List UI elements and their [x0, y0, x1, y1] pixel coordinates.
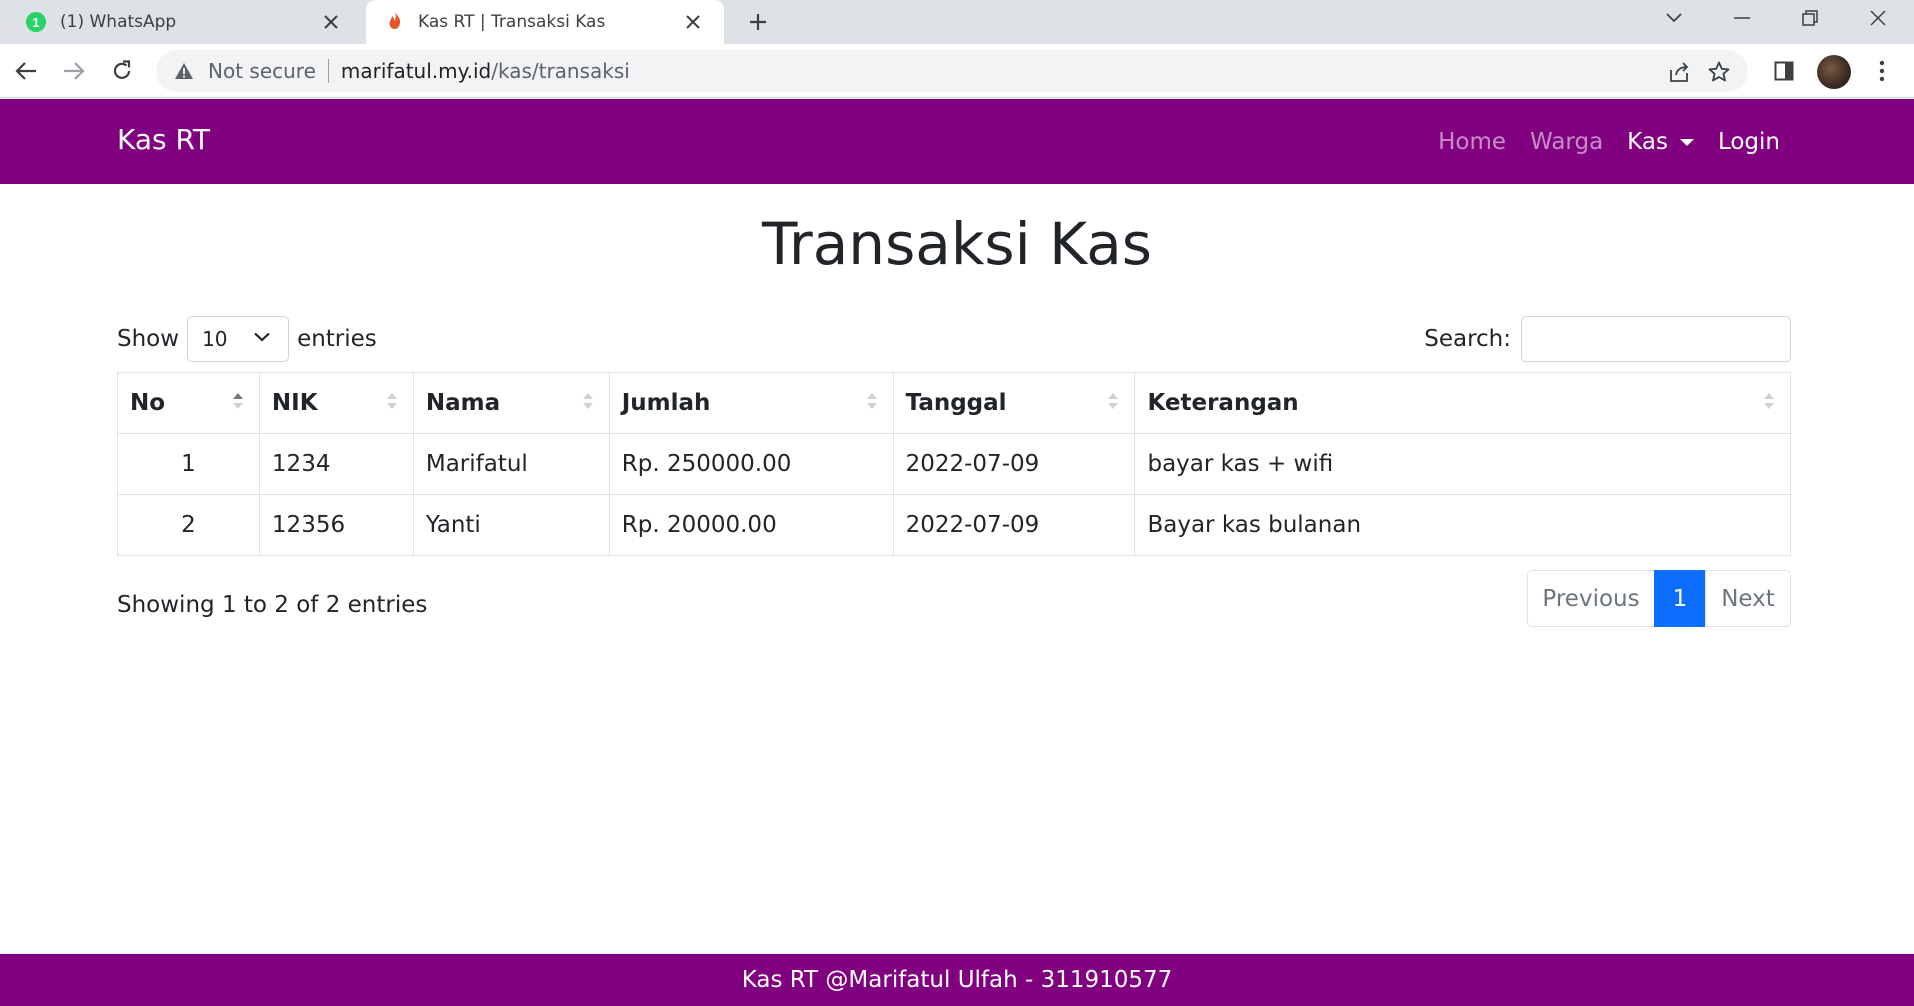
- nav-home[interactable]: Home: [1438, 129, 1506, 155]
- close-icon[interactable]: [318, 9, 344, 35]
- tab-title: Kas RT | Transaksi Kas: [418, 12, 606, 32]
- cell-nik: 1234: [258, 433, 414, 495]
- show-label: Show: [117, 326, 180, 352]
- table-row: 2 12356 Yanti Rp. 20000.00 2022-07-09 Ba…: [117, 494, 1791, 556]
- column-header-nama[interactable]: Nama: [412, 372, 610, 434]
- more-menu-icon[interactable]: [1866, 55, 1898, 87]
- site-navbar: Kas RT Home Warga Kas Login: [0, 99, 1914, 184]
- site-footer: Kas RT @Marifatul Ulfah - 311910577: [0, 954, 1914, 1006]
- sort-icon: [232, 393, 243, 409]
- cell-nama: Yanti: [412, 494, 610, 556]
- cell-nik: 12356: [258, 494, 414, 556]
- address-bar[interactable]: Not secure marifatul.my.id/kas/transaksi: [156, 50, 1748, 92]
- pagination-page-1[interactable]: 1: [1654, 570, 1706, 627]
- close-window-icon[interactable]: [1848, 0, 1908, 36]
- cell-no: 1: [117, 433, 260, 495]
- side-panel-icon[interactable]: [1768, 55, 1800, 87]
- column-header-no[interactable]: No: [117, 372, 260, 434]
- table-info: Showing 1 to 2 of 2 entries: [117, 592, 428, 618]
- nav-warga[interactable]: Warga: [1530, 129, 1603, 155]
- profile-avatar[interactable]: [1817, 55, 1851, 89]
- minimize-icon[interactable]: [1712, 0, 1772, 36]
- entries-per-page-select[interactable]: 10: [187, 316, 290, 362]
- pagination: Previous 1 Next: [1527, 570, 1791, 627]
- close-icon[interactable]: [680, 9, 706, 35]
- column-header-jumlah[interactable]: Jumlah: [608, 372, 894, 434]
- tab-search-icon[interactable]: [1644, 0, 1704, 36]
- restore-icon[interactable]: [1780, 0, 1840, 36]
- security-label[interactable]: Not secure: [208, 59, 316, 83]
- warning-icon[interactable]: [172, 59, 196, 83]
- cell-tanggal: 2022-07-09: [892, 494, 1136, 556]
- search-input[interactable]: [1521, 316, 1791, 362]
- tab-title: (1) WhatsApp: [60, 12, 177, 32]
- star-icon[interactable]: [1706, 59, 1732, 85]
- sort-icon: [386, 393, 397, 409]
- sort-icon: [866, 393, 877, 409]
- tab-kas-rt[interactable]: Kas RT | Transaksi Kas: [366, 0, 724, 44]
- forward-arrow-icon[interactable]: [58, 55, 90, 87]
- table-length-control: Show 10 entries: [117, 316, 377, 362]
- url-host: marifatul.my.id: [340, 59, 492, 83]
- url-path: /kas/transaksi: [491, 59, 630, 83]
- chevron-down-icon: [254, 332, 270, 342]
- search-label: Search:: [1424, 326, 1511, 352]
- cell-no: 2: [117, 494, 260, 556]
- cell-keterangan: Bayar kas bulanan: [1134, 494, 1791, 556]
- share-icon[interactable]: [1666, 59, 1692, 85]
- footer-text: Kas RT @Marifatul Ulfah - 311910577: [741, 967, 1173, 993]
- back-arrow-icon[interactable]: [10, 55, 42, 87]
- table-row: 1 1234 Marifatul Rp. 250000.00 2022-07-0…: [117, 433, 1791, 495]
- column-header-keterangan[interactable]: Keterangan: [1134, 372, 1791, 434]
- cell-tanggal: 2022-07-09: [892, 433, 1136, 495]
- pagination-previous-button[interactable]: Previous: [1527, 570, 1655, 627]
- whatsapp-icon: 1: [26, 12, 46, 32]
- tab-whatsapp[interactable]: 1 (1) WhatsApp: [0, 0, 362, 44]
- caret-down-icon: [1679, 138, 1694, 146]
- cell-keterangan: bayar kas + wifi: [1134, 433, 1791, 495]
- nav-kas-label: Kas: [1627, 128, 1668, 155]
- nav-kas-dropdown[interactable]: Kas: [1627, 129, 1694, 155]
- browser-tab-bar: 1 (1) WhatsApp Kas RT | Transaksi Kas: [0, 0, 1914, 44]
- new-tab-button[interactable]: [742, 6, 774, 38]
- flame-icon: [386, 10, 404, 35]
- sort-icon: [582, 393, 593, 409]
- transaksi-table: No NIK Nama Jumlah Tanggal Keterangan 1 …: [117, 372, 1791, 556]
- cell-nama: Marifatul: [412, 433, 610, 495]
- browser-toolbar: Not secure marifatul.my.id/kas/transaksi: [0, 44, 1914, 98]
- nav-login[interactable]: Login: [1718, 129, 1780, 155]
- table-header-row: No NIK Nama Jumlah Tanggal Keterangan: [117, 372, 1791, 434]
- table-search-control: Search:: [1424, 316, 1791, 362]
- page-title: Transaksi Kas: [762, 210, 1152, 278]
- navbar-brand[interactable]: Kas RT: [117, 123, 210, 156]
- pagination-next-button[interactable]: Next: [1705, 570, 1791, 627]
- reload-icon[interactable]: [106, 55, 138, 87]
- column-header-nik[interactable]: NIK: [258, 372, 414, 434]
- entries-per-page-value: 10: [202, 327, 228, 351]
- sort-icon: [1764, 393, 1774, 409]
- cell-jumlah: Rp. 250000.00: [608, 433, 894, 495]
- cell-jumlah: Rp. 20000.00: [608, 494, 894, 556]
- address-separator: [327, 59, 329, 83]
- column-header-tanggal[interactable]: Tanggal: [892, 372, 1136, 434]
- entries-label: entries: [297, 326, 377, 352]
- sort-icon: [1108, 393, 1119, 409]
- nav-links: Home Warga Kas Login: [1414, 99, 1780, 184]
